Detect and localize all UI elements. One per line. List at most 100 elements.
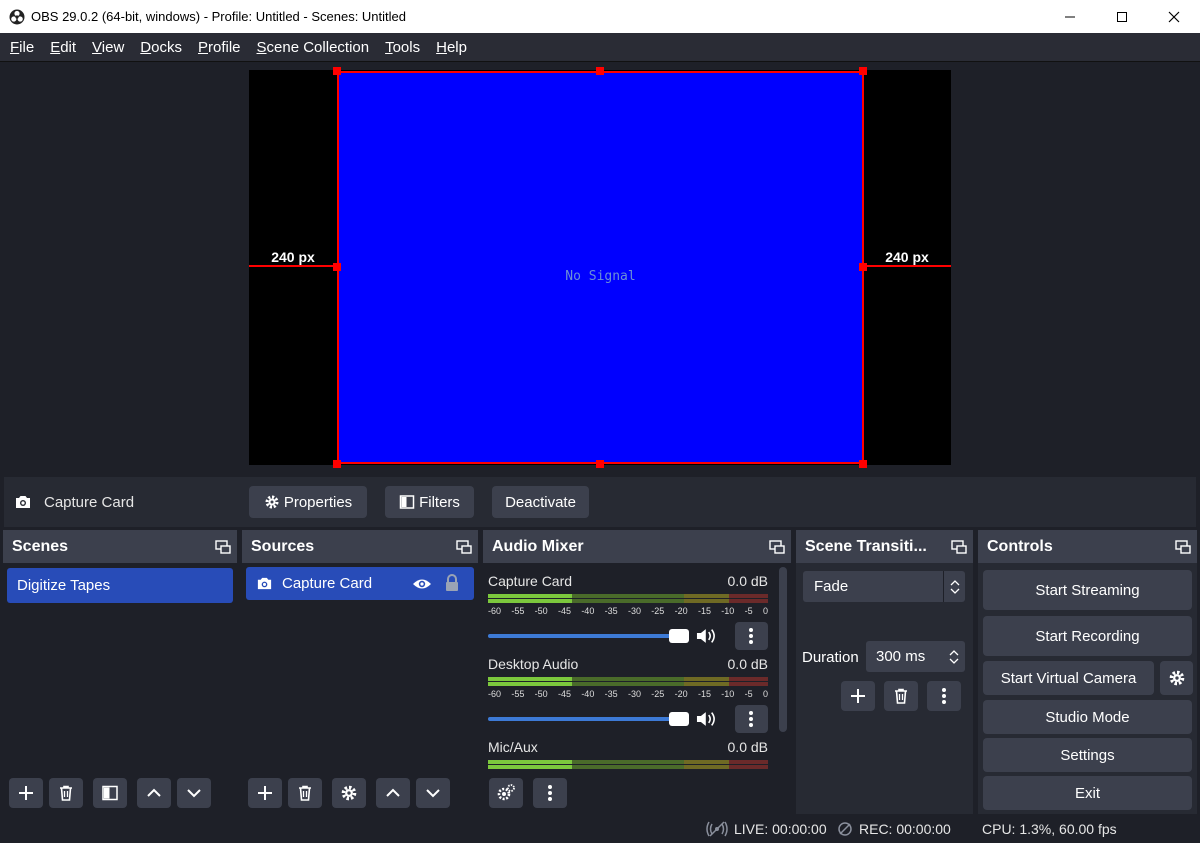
volume-slider-handle[interactable]: [669, 629, 690, 643]
start-streaming-button[interactable]: Start Streaming: [983, 570, 1192, 610]
duration-spinbox[interactable]: 300 ms: [866, 641, 965, 672]
left-margin-guide: [249, 265, 337, 267]
virtual-camera-settings-button[interactable]: [1160, 661, 1193, 695]
audio-mixer-title: Audio Mixer: [492, 537, 584, 555]
audio-mixer-body: Capture Card 0.0 dB -60 -55 -50 -45 -40 -35 -30…: [483, 563, 791, 814]
resize-handle-br[interactable]: [859, 460, 867, 468]
meter-scale: -60 -55 -50 -45 -40 -35 -30 -25 -20 -15 -10 -5 0: [488, 689, 768, 699]
mixer-menu-button[interactable]: [533, 778, 567, 808]
add-transition-button[interactable]: [841, 681, 875, 711]
undock-icon[interactable]: [215, 539, 231, 555]
settings-button[interactable]: Settings: [983, 738, 1192, 772]
undock-icon[interactable]: [1175, 539, 1191, 555]
resize-handle-tc[interactable]: [596, 67, 604, 75]
minimize-button[interactable]: [1044, 0, 1096, 33]
controls-dock: Controls Start Streaming Start Recording…: [978, 530, 1197, 814]
transition-menu-button[interactable]: [927, 681, 961, 711]
chevron-down-icon: [187, 789, 201, 798]
volume-slider-handle[interactable]: [669, 712, 690, 726]
maximize-button[interactable]: [1096, 0, 1148, 33]
camera-icon: [16, 496, 30, 508]
undock-icon[interactable]: [769, 539, 785, 555]
menu-profile[interactable]: Profile: [190, 39, 249, 56]
updown-arrows-icon: [950, 579, 959, 594]
menu-view[interactable]: View: [84, 39, 132, 56]
source-item[interactable]: Capture Card: [246, 567, 474, 600]
filter-icon: [102, 785, 118, 801]
start-recording-button[interactable]: Start Recording: [983, 616, 1192, 656]
move-scene-up-button[interactable]: [137, 778, 171, 808]
volume-slider[interactable]: [488, 712, 690, 726]
controls-dock-header: Controls: [978, 530, 1197, 563]
lock-icon[interactable]: [444, 574, 460, 592]
close-button[interactable]: [1148, 0, 1200, 33]
move-source-up-button[interactable]: [376, 778, 410, 808]
resize-handle-bl[interactable]: [333, 460, 341, 468]
eye-icon[interactable]: [412, 576, 432, 592]
resize-handle-tl[interactable]: [333, 67, 341, 75]
menu-docks[interactable]: Docks: [132, 39, 190, 56]
undock-icon[interactable]: [951, 539, 967, 555]
scene-filters-button[interactable]: [93, 778, 127, 808]
channel-name: Capture Card: [488, 573, 573, 589]
move-source-down-button[interactable]: [416, 778, 450, 808]
channel-menu-button[interactable]: [734, 705, 768, 733]
channel-level: 0.0 dB: [727, 573, 768, 589]
mixer-channel: Capture Card 0.0 dB -60 -55 -50 -45 -40 -35 -30…: [488, 573, 768, 650]
preview-canvas[interactable]: 240 px 240 px No Signal: [249, 67, 951, 468]
selected-source[interactable]: No Signal: [337, 71, 864, 464]
plus-icon: [851, 689, 865, 703]
exit-button[interactable]: Exit: [983, 776, 1192, 810]
controls-body: Start Streaming Start Recording Start Vi…: [978, 563, 1197, 814]
trash-icon: [60, 785, 72, 801]
properties-button[interactable]: Properties: [249, 486, 367, 518]
title-bar: OBS 29.0.2 (64-bit, windows) - Profile: …: [0, 0, 1200, 33]
add-source-button[interactable]: [248, 778, 282, 808]
undock-icon[interactable]: [456, 539, 472, 555]
volume-slider[interactable]: [488, 629, 690, 643]
volume-meter: [488, 676, 768, 688]
mixer-scrollbar[interactable]: [779, 567, 787, 732]
trash-icon: [299, 785, 311, 801]
sources-dock-header: Sources: [242, 530, 478, 563]
resize-handle-ml[interactable]: [333, 263, 341, 271]
transition-select[interactable]: Fade: [803, 571, 965, 602]
studio-mode-button[interactable]: Studio Mode: [983, 700, 1192, 734]
speaker-icon[interactable]: [695, 626, 717, 646]
cpu-fps: CPU: 1.3%, 60.00 fps: [982, 820, 1117, 837]
start-virtual-camera-button[interactable]: Start Virtual Camera: [983, 661, 1154, 695]
channel-name: Desktop Audio: [488, 656, 579, 672]
resize-handle-tr[interactable]: [859, 67, 867, 75]
move-scene-down-button[interactable]: [177, 778, 211, 808]
resize-handle-mr[interactable]: [859, 263, 867, 271]
preview-area[interactable]: 240 px 240 px No Signal: [0, 61, 1200, 477]
remove-scene-button[interactable]: [49, 778, 83, 808]
channel-name: Mic/Aux: [488, 739, 538, 755]
menu-file[interactable]: File: [2, 39, 42, 56]
obs-logo-icon: [9, 9, 25, 24]
advanced-audio-button[interactable]: [489, 778, 523, 808]
right-margin-label: 240 px: [885, 249, 929, 265]
deactivate-button[interactable]: Deactivate: [492, 486, 589, 518]
channel-menu-button[interactable]: [734, 622, 768, 650]
sources-list: Capture Card: [242, 563, 478, 814]
menu-scene-collection[interactable]: Scene Collection: [249, 39, 378, 56]
resize-handle-bc[interactable]: [596, 460, 604, 468]
remove-source-button[interactable]: [288, 778, 322, 808]
volume-meter: [488, 759, 768, 771]
remove-transition-button[interactable]: [884, 681, 918, 711]
source-properties-button[interactable]: [332, 778, 366, 808]
rec-timer: REC: 00:00:00: [859, 820, 951, 837]
source-toolbar: Capture Card Properties Filters Deactiva…: [4, 477, 1196, 527]
menu-help[interactable]: Help: [428, 39, 475, 56]
filters-button[interactable]: Filters: [385, 486, 474, 518]
add-scene-button[interactable]: [9, 778, 43, 808]
no-signal-text: No Signal: [565, 269, 636, 284]
scene-transitions-dock-header: Scene Transiti...: [796, 530, 973, 563]
speaker-icon[interactable]: [695, 709, 717, 729]
sources-title: Sources: [251, 537, 315, 555]
scene-item[interactable]: Digitize Tapes: [7, 568, 233, 603]
menu-tools[interactable]: Tools: [377, 39, 428, 56]
menu-edit[interactable]: Edit: [42, 39, 84, 56]
kebab-menu-icon: [749, 628, 754, 644]
